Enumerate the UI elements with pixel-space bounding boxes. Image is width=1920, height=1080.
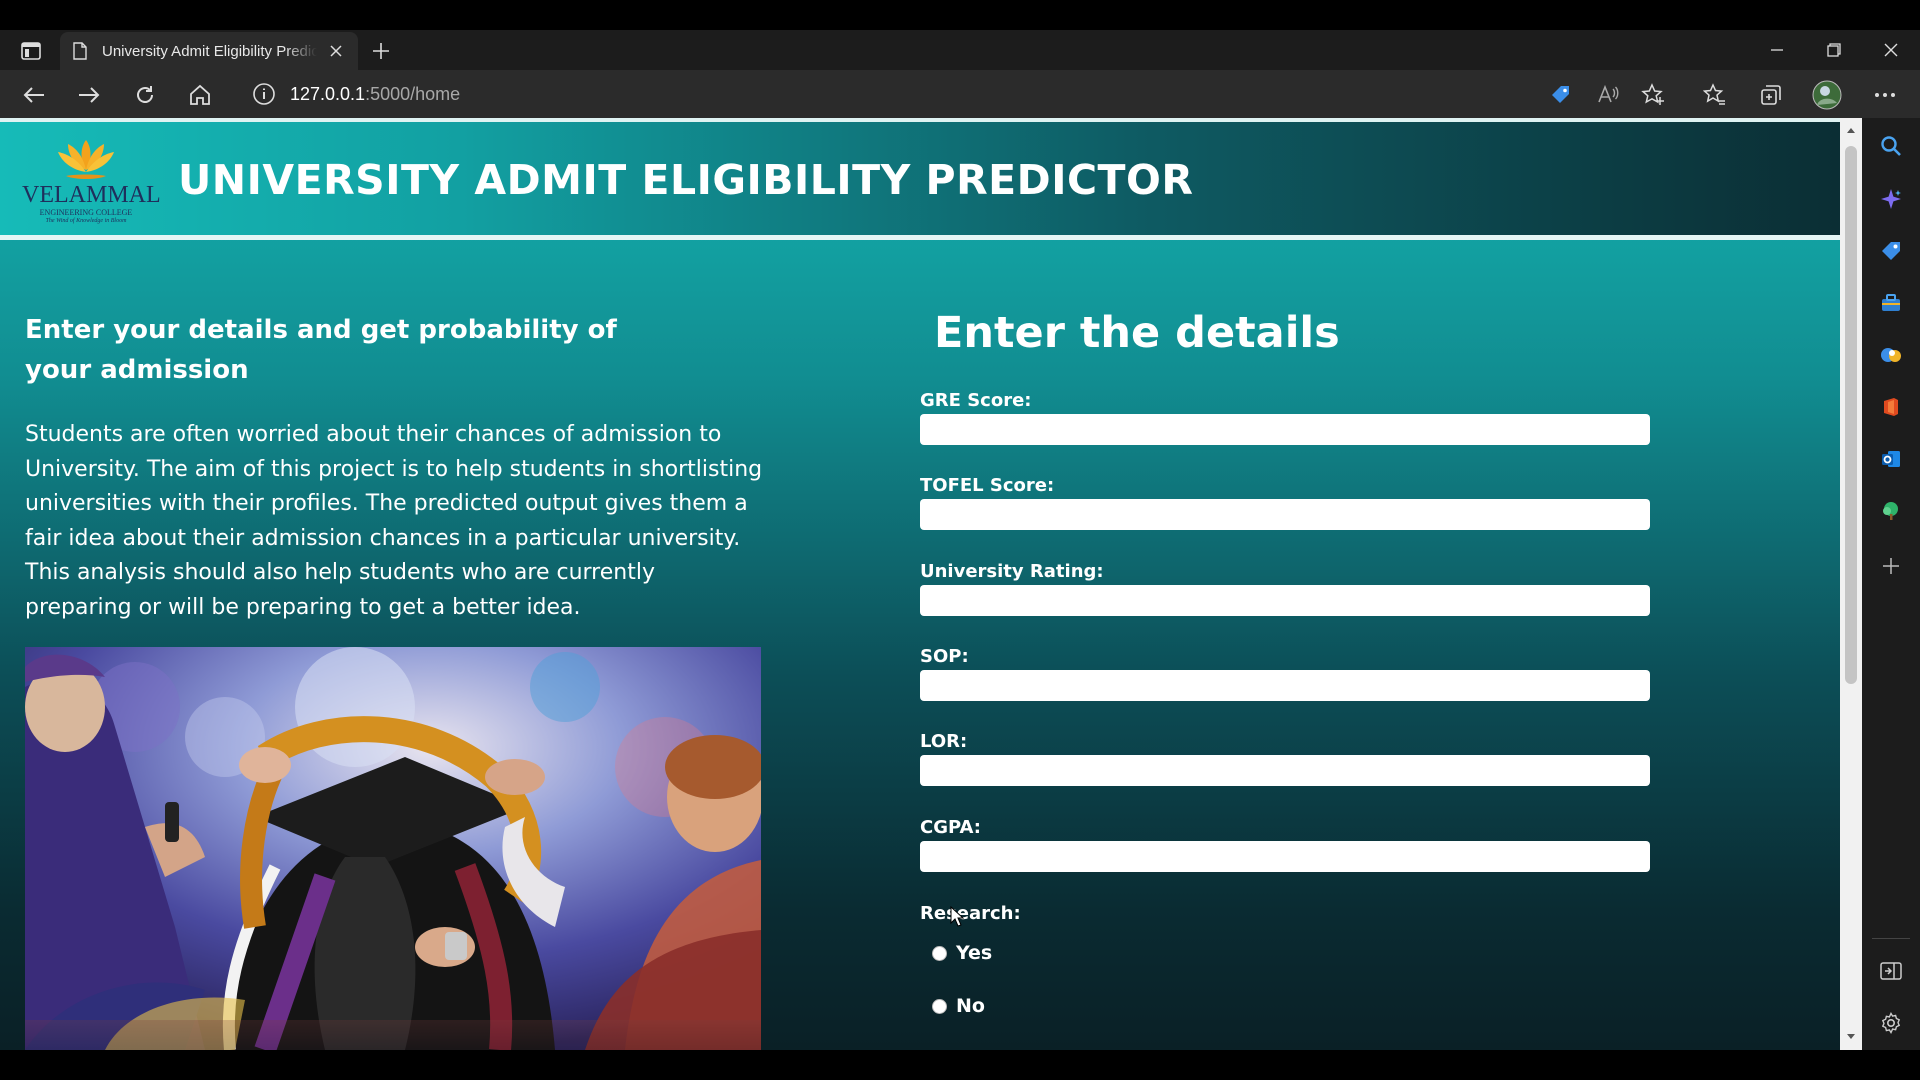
scroll-up-icon[interactable] — [1845, 124, 1857, 136]
copilot-sparkle-icon[interactable] — [1876, 184, 1906, 214]
tofel-field: TOFEL Score: — [920, 475, 1650, 530]
research-no-option[interactable]: No — [932, 995, 985, 1017]
radio-no-label: No — [956, 995, 985, 1017]
site-header: VELAMMAL ENGINEERING COLLEGE The Wind of… — [0, 122, 1840, 240]
url-path: :5000/home — [365, 83, 461, 104]
favorites-icon[interactable] — [1700, 80, 1730, 110]
research-label: Research: — [920, 903, 1021, 924]
sidebar-divider — [1872, 938, 1910, 939]
tab-strip: University Admit Eligibility Predictor — [0, 30, 1920, 70]
minimize-icon[interactable] — [1749, 30, 1805, 70]
search-icon[interactable] — [1876, 131, 1906, 161]
gre-input[interactable] — [920, 414, 1650, 445]
cgpa-label: CGPA: — [920, 817, 981, 838]
college-logo: VELAMMAL ENGINEERING COLLEGE The Wind of… — [22, 136, 161, 230]
restore-icon[interactable] — [1806, 30, 1862, 70]
details-form: Enter the details — [920, 303, 1650, 373]
new-tab-icon[interactable] — [368, 38, 394, 64]
outlook-icon[interactable] — [1876, 444, 1906, 474]
intro-heading: Enter your details and get probability o… — [25, 315, 617, 385]
radio-no[interactable] — [932, 998, 947, 1014]
logo-subtitle: ENGINEERING COLLEGE — [39, 208, 133, 217]
research-field: Research: — [920, 903, 1650, 927]
page-scrollbar[interactable] — [1840, 118, 1862, 1050]
edge-sidebar — [1862, 118, 1920, 1050]
tools-icon[interactable] — [1876, 288, 1906, 318]
radio-yes[interactable] — [932, 945, 947, 961]
university-rating-label: University Rating: — [920, 561, 1104, 582]
tab-title: University Admit Eligibility Predictor — [102, 42, 317, 60]
games-icon[interactable] — [1876, 340, 1906, 370]
forward-icon[interactable] — [74, 80, 104, 110]
profile-avatar[interactable] — [1812, 80, 1842, 110]
mouse-cursor-icon — [950, 906, 964, 927]
logo-tagline: The Wind of Knowledge in Bloom — [45, 218, 127, 224]
form-heading: Enter the details — [934, 308, 1340, 358]
tab-actions-icon[interactable] — [18, 38, 44, 64]
cgpa-input[interactable] — [920, 841, 1650, 872]
add-sidebar-app-icon[interactable] — [1876, 551, 1906, 581]
university-rating-input[interactable] — [920, 585, 1650, 616]
graduation-photo — [25, 647, 761, 1050]
sop-field: SOP: — [920, 646, 1650, 701]
settings-gear-icon[interactable] — [1876, 1008, 1906, 1038]
sop-input[interactable] — [920, 670, 1650, 701]
address-bar[interactable]: 127.0.0.1:5000/home — [238, 76, 1538, 112]
scroll-down-icon[interactable] — [1845, 1031, 1857, 1043]
top-black-bar — [0, 0, 1920, 30]
sop-label: SOP: — [920, 646, 969, 667]
active-tab[interactable]: University Admit Eligibility Predictor — [60, 32, 358, 70]
navigation-bar: 127.0.0.1:5000/home — [0, 70, 1920, 118]
tofel-label: TOFEL Score: — [920, 475, 1055, 496]
cgpa-field: CGPA: — [920, 817, 1650, 872]
university-rating-field: University Rating: — [920, 561, 1650, 616]
lotus-icon — [58, 140, 114, 179]
intro-paragraph: Students are often worried about their c… — [25, 422, 763, 620]
scroll-thumb[interactable] — [1845, 146, 1857, 684]
close-window-icon[interactable] — [1863, 30, 1919, 70]
site-info-icon[interactable] — [252, 82, 276, 106]
add-favorite-icon[interactable] — [1638, 80, 1668, 110]
home-icon[interactable] — [185, 80, 215, 110]
lor-label: LOR: — [920, 731, 968, 752]
collections-icon[interactable] — [1756, 80, 1786, 110]
page-viewport: VELAMMAL ENGINEERING COLLEGE The Wind of… — [0, 118, 1840, 1050]
more-options-icon[interactable] — [1870, 80, 1900, 110]
shopping-icon[interactable] — [1876, 236, 1906, 266]
hide-sidebar-icon[interactable] — [1876, 956, 1906, 986]
intro-section: Enter your details and get probability o… — [25, 310, 765, 626]
url-host: 127.0.0.1 — [290, 83, 366, 104]
gre-field: GRE Score: — [920, 390, 1650, 445]
tab-close-icon[interactable] — [326, 41, 346, 61]
office-icon[interactable] — [1876, 392, 1906, 422]
research-yes-option[interactable]: Yes — [932, 942, 992, 964]
radio-yes-label: Yes — [956, 942, 993, 964]
bottom-black-bar — [0, 1050, 1920, 1080]
site-title: UNIVERSITY ADMIT ELIGIBILITY PREDICTOR — [178, 156, 1194, 204]
shopping-tag-icon[interactable] — [1546, 80, 1576, 110]
lor-field: LOR: — [920, 731, 1650, 786]
page-icon — [73, 42, 87, 60]
back-icon[interactable] — [19, 80, 49, 110]
lor-input[interactable] — [920, 755, 1650, 786]
tofel-input[interactable] — [920, 499, 1650, 530]
refresh-icon[interactable] — [130, 80, 160, 110]
logo-name: VELAMMAL — [22, 182, 161, 208]
read-aloud-icon[interactable] — [1593, 80, 1623, 110]
gre-label: GRE Score: — [920, 390, 1032, 411]
tree-icon[interactable] — [1876, 496, 1906, 526]
